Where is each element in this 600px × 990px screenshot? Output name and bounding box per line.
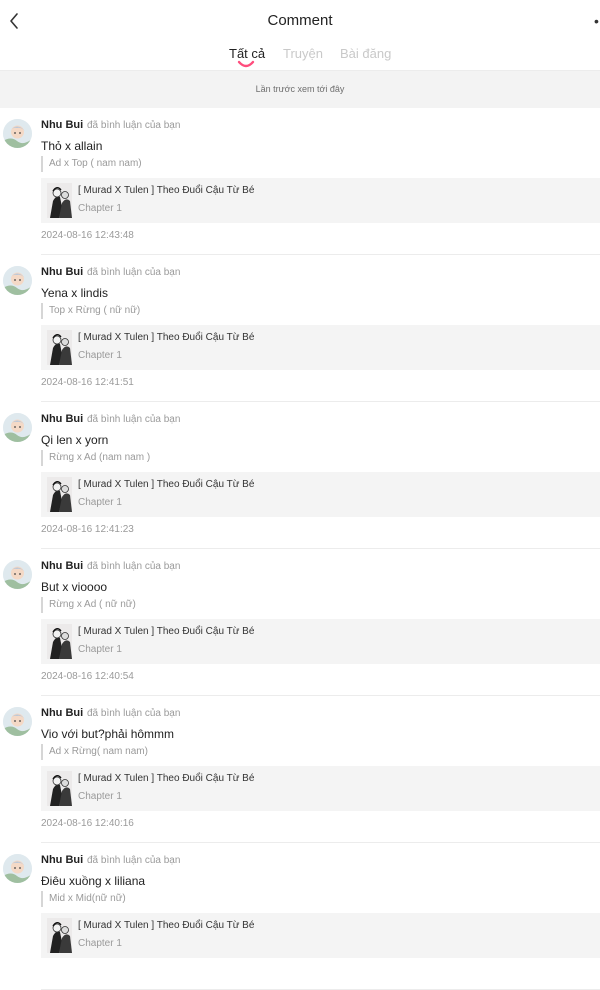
- comment-item[interactable]: Nhu Bui đã bình luận của bạn Vio với but…: [0, 696, 600, 843]
- avatar[interactable]: [3, 266, 32, 295]
- story-chapter: Chapter 1: [78, 644, 122, 655]
- story-thumbnail: [47, 624, 72, 659]
- comment-text: But x vioooo: [41, 580, 108, 594]
- story-thumbnail: [47, 330, 72, 365]
- avatar-image: [3, 119, 32, 148]
- quoted-comment: Top x Rừng ( nữ nữ): [41, 303, 140, 319]
- avatar[interactable]: [3, 560, 32, 589]
- story-thumbnail: [47, 477, 72, 512]
- action-text: đã bình luận của bạn: [87, 708, 181, 719]
- story-chapter: Chapter 1: [78, 497, 122, 508]
- comment-text: Điêu xuồng x liliana: [41, 874, 146, 888]
- story-card[interactable]: [ Murad X Tulen ] Theo Đuổi Cậu Từ Bé Ch…: [41, 472, 600, 517]
- story-title[interactable]: [ Murad X Tulen ] Theo Đuổi Cậu Từ Bé: [78, 920, 254, 931]
- quoted-comment: Rừng x Ad ( nữ nữ): [41, 597, 136, 613]
- timestamp: 2024-08-16 12:40:16: [41, 818, 134, 829]
- comment-text: Yena x lindis: [41, 286, 108, 300]
- more-button[interactable]: •: [594, 12, 600, 30]
- comment-item[interactable]: Nhu Bui đã bình luận của bạn Điêu xuồng …: [0, 843, 600, 990]
- timestamp: 2024-08-16 12:41:51: [41, 377, 134, 388]
- commenter-name[interactable]: Nhu Bui: [41, 119, 83, 131]
- timestamp: 2024-08-16 12:43:48: [41, 230, 134, 241]
- header: Comment •: [0, 0, 600, 42]
- timestamp: 2024-08-16 12:41:23: [41, 524, 134, 535]
- action-text: đã bình luận của bạn: [87, 414, 181, 425]
- comment-item[interactable]: Nhu Bui đã bình luận của bạn Thỏ x allai…: [0, 108, 600, 255]
- avatar-image: [3, 854, 32, 883]
- more-icon: •: [594, 13, 599, 29]
- last-seen-banner: Lần trước xem tới đây: [0, 71, 600, 108]
- avatar-image: [3, 413, 32, 442]
- tab-bar: Tất cả Truyện Bài đăng: [0, 42, 600, 72]
- story-chapter: Chapter 1: [78, 350, 122, 361]
- comment-text: Vio với but?phải hômmm: [41, 727, 175, 741]
- commenter-name[interactable]: Nhu Bui: [41, 854, 83, 866]
- tab-posts[interactable]: Bài đăng: [340, 46, 391, 61]
- action-text: đã bình luận của bạn: [87, 267, 181, 278]
- comment-item[interactable]: Nhu Bui đã bình luận của bạn But x viooo…: [0, 549, 600, 696]
- action-text: đã bình luận của bạn: [87, 120, 181, 131]
- story-card[interactable]: [ Murad X Tulen ] Theo Đuổi Cậu Từ Bé Ch…: [41, 178, 600, 223]
- story-title[interactable]: [ Murad X Tulen ] Theo Đuổi Cậu Từ Bé: [78, 773, 254, 784]
- tab-active-indicator: [237, 60, 255, 68]
- quoted-comment: Rừng x Ad (nam nam ): [41, 450, 150, 466]
- avatar[interactable]: [3, 854, 32, 883]
- story-chapter: Chapter 1: [78, 203, 122, 214]
- page-title: Comment: [267, 12, 333, 29]
- comment-item[interactable]: Nhu Bui đã bình luận của bạn Qi len x yo…: [0, 402, 600, 549]
- story-title[interactable]: [ Murad X Tulen ] Theo Đuổi Cậu Từ Bé: [78, 626, 254, 637]
- tab-stories[interactable]: Truyện: [283, 46, 323, 61]
- story-thumbnail: [47, 183, 72, 218]
- action-text: đã bình luận của bạn: [87, 561, 181, 572]
- story-thumbnail: [47, 771, 72, 806]
- comment-text: Thỏ x allain: [41, 139, 103, 153]
- commenter-name[interactable]: Nhu Bui: [41, 707, 83, 719]
- avatar[interactable]: [3, 707, 32, 736]
- tab-all[interactable]: Tất cả: [229, 46, 265, 61]
- avatar[interactable]: [3, 119, 32, 148]
- quoted-comment: Ad x Rừng( nam nam): [41, 744, 148, 760]
- timestamp: 2024-08-16 12:40:54: [41, 671, 134, 682]
- avatar-image: [3, 707, 32, 736]
- story-chapter: Chapter 1: [78, 791, 122, 802]
- story-title[interactable]: [ Murad X Tulen ] Theo Đuổi Cậu Từ Bé: [78, 185, 254, 196]
- story-card[interactable]: [ Murad X Tulen ] Theo Đuổi Cậu Từ Bé Ch…: [41, 619, 600, 664]
- action-text: đã bình luận của bạn: [87, 855, 181, 866]
- avatar-image: [3, 560, 32, 589]
- comment-item[interactable]: Nhu Bui đã bình luận của bạn Yena x lind…: [0, 255, 600, 402]
- commenter-name[interactable]: Nhu Bui: [41, 266, 83, 278]
- story-card[interactable]: [ Murad X Tulen ] Theo Đuổi Cậu Từ Bé Ch…: [41, 913, 600, 958]
- comment-text: Qi len x yorn: [41, 433, 109, 447]
- commenter-name[interactable]: Nhu Bui: [41, 560, 83, 572]
- story-card[interactable]: [ Murad X Tulen ] Theo Đuổi Cậu Từ Bé Ch…: [41, 766, 600, 811]
- story-thumbnail: [47, 918, 72, 953]
- story-chapter: Chapter 1: [78, 938, 122, 949]
- quoted-comment: Mid x Mid(nữ nữ): [41, 891, 126, 907]
- story-card[interactable]: [ Murad X Tulen ] Theo Đuổi Cậu Từ Bé Ch…: [41, 325, 600, 370]
- quoted-comment: Ad x Top ( nam nam): [41, 156, 142, 172]
- commenter-name[interactable]: Nhu Bui: [41, 413, 83, 425]
- avatar[interactable]: [3, 413, 32, 442]
- story-title[interactable]: [ Murad X Tulen ] Theo Đuổi Cậu Từ Bé: [78, 479, 254, 490]
- story-title[interactable]: [ Murad X Tulen ] Theo Đuổi Cậu Từ Bé: [78, 332, 254, 343]
- avatar-image: [3, 266, 32, 295]
